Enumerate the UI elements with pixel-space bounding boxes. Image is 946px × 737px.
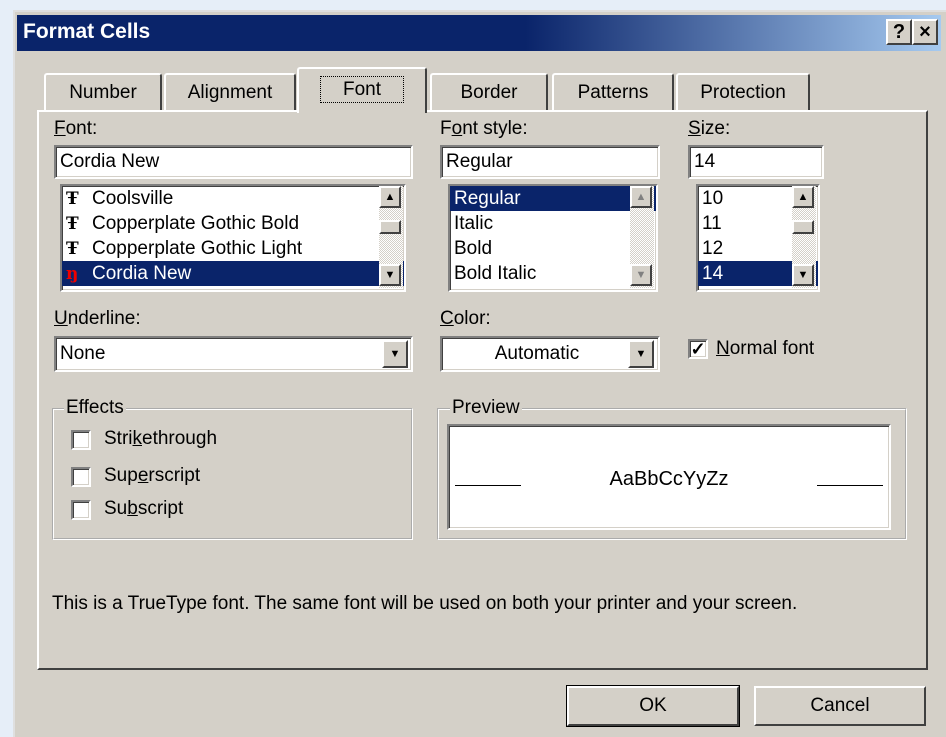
normal-font-label: Normal font (716, 338, 815, 359)
opentype-icon: ŋ (66, 264, 79, 284)
size-list-scrollbar[interactable]: ▲ ▼ (792, 186, 816, 288)
truetype-icon: Ŧ (66, 239, 79, 259)
font-style-item[interactable]: Bold Italic (450, 261, 656, 286)
scroll-down-button: ▼ (630, 264, 652, 286)
scroll-down-button[interactable]: ▼ (792, 264, 814, 286)
font-style-item-selected[interactable]: Regular (450, 186, 656, 211)
tab-patterns[interactable]: Patterns (552, 73, 674, 111)
font-style-input[interactable]: Regular (440, 145, 660, 179)
tab-protection[interactable]: Protection (676, 73, 810, 111)
font-style-list[interactable]: Regular Italic Bold Bold Italic (448, 184, 658, 292)
superscript-checkbox[interactable] (71, 467, 91, 487)
preview-box: AaBbCcYyZz (447, 424, 891, 530)
color-label: Color: (440, 308, 491, 329)
title-bar[interactable]: Format Cells ? × (17, 15, 941, 51)
font-input[interactable]: Cordia New (54, 145, 413, 179)
dialog-title: Format Cells (23, 20, 151, 43)
font-style-scrollbar: ▲ ▼ (630, 186, 654, 288)
font-style-item[interactable]: Italic (450, 211, 656, 236)
font-list[interactable]: Ŧ Coolsville Ŧ Copperplate Gothic Bold Ŧ Co… (60, 184, 406, 292)
color-dropdown-button[interactable]: ▼ (628, 340, 654, 368)
truetype-info-text: This is a TrueType font. The same font w… (52, 593, 798, 614)
strikethrough-label: Strikethrough (104, 428, 218, 449)
scroll-up-button[interactable]: ▲ (792, 186, 814, 208)
color-value: Automatic (494, 343, 580, 364)
underline-dropdown-button[interactable]: ▼ (382, 340, 408, 368)
font-label: Font: (54, 118, 98, 139)
truetype-icon: Ŧ (66, 214, 79, 234)
scroll-thumb[interactable] (792, 220, 814, 234)
scroll-thumb[interactable] (379, 220, 401, 234)
font-style-label: Font style: (440, 118, 528, 139)
truetype-icon: Ŧ (66, 189, 79, 209)
tab-font-label: Font (319, 76, 405, 103)
underline-select[interactable]: None (54, 336, 413, 372)
help-button[interactable]: ? (886, 19, 912, 45)
size-label: Size: (688, 118, 731, 139)
tab-border[interactable]: Border (430, 73, 548, 111)
font-list-item[interactable]: Ŧ Copperplate Gothic Bold (62, 211, 404, 236)
tab-number[interactable]: Number (44, 73, 162, 111)
underline-label: Underline: (54, 308, 141, 329)
strikethrough-checkbox[interactable] (71, 430, 91, 450)
font-list-item[interactable]: Ŧ Coolsville (62, 186, 404, 211)
font-list-item[interactable]: Ŧ Copperplate Gothic Light (62, 236, 404, 261)
font-list-item-selected[interactable]: ŋ Cordia New (62, 261, 404, 286)
close-button[interactable]: × (912, 19, 938, 45)
subscript-checkbox[interactable] (71, 500, 91, 520)
font-list-scrollbar[interactable]: ▲ ▼ (379, 186, 403, 288)
ok-button[interactable]: OK (566, 685, 740, 727)
scroll-down-button[interactable]: ▼ (379, 264, 401, 286)
size-input[interactable]: 14 (688, 145, 824, 179)
normal-font-checkbox[interactable]: ✓ (688, 339, 708, 359)
tab-alignment[interactable]: Alignment (164, 73, 296, 111)
superscript-label: Superscript (104, 465, 201, 486)
subscript-label: Subscript (104, 498, 184, 519)
effects-label: Effects (64, 397, 126, 419)
font-style-item[interactable]: Bold (450, 236, 656, 261)
underline-value: None (60, 343, 106, 364)
cancel-button[interactable]: Cancel (754, 686, 926, 726)
preview-label: Preview (450, 397, 522, 419)
color-select[interactable]: Automatic (440, 336, 660, 372)
tab-font[interactable]: Font (297, 67, 427, 113)
preview-sample-text: AaBbCcYyZz (609, 468, 729, 490)
scroll-up-button: ▲ (630, 186, 652, 208)
scroll-up-button[interactable]: ▲ (379, 186, 401, 208)
